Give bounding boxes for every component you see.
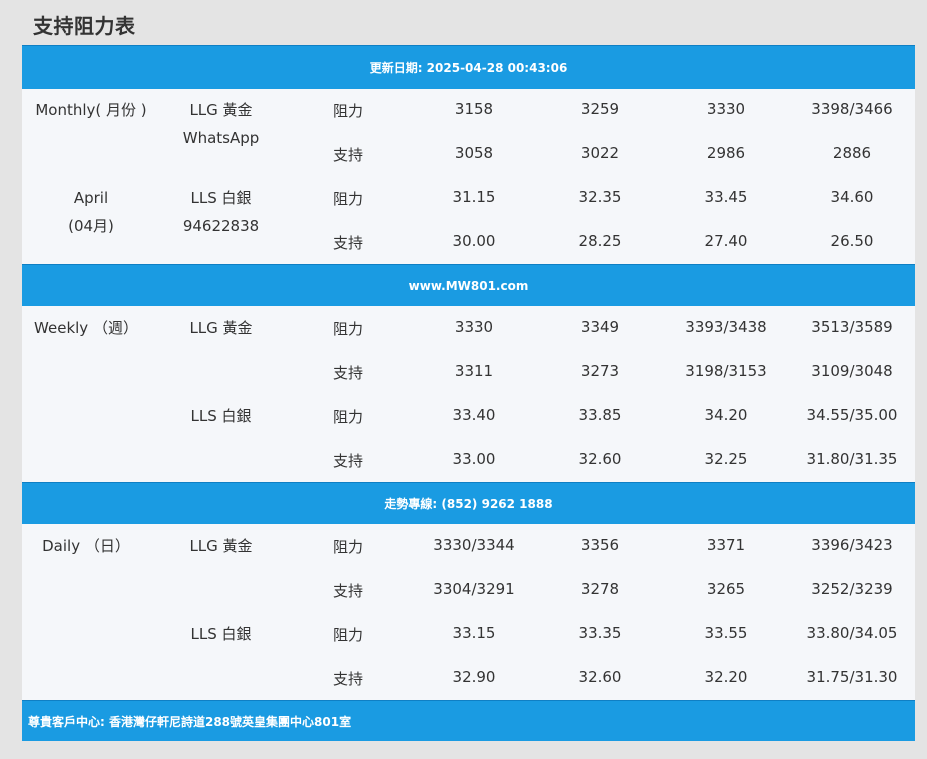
row-type-label: 支持: [332, 582, 364, 600]
level-value: 3109/3048: [811, 362, 893, 380]
level-value: 34.20: [704, 406, 748, 424]
row-type-label: 支持: [332, 364, 364, 382]
level-value: 2886: [832, 144, 872, 162]
whatsapp-number: 94622838: [182, 217, 260, 235]
period-weekly: Weekly （週）: [34, 319, 138, 337]
level-value: 32.35: [578, 188, 622, 206]
level-value: 32.20: [704, 668, 748, 686]
metal-label: LLG 黃金: [189, 537, 253, 555]
level-value: 2986: [706, 144, 746, 162]
level-value: 3311: [454, 362, 494, 380]
level-value: 33.40: [452, 406, 496, 424]
level-value: 3158: [454, 100, 494, 118]
metal-label: LLG 黃金: [189, 101, 253, 119]
level-value: 32.60: [578, 668, 622, 686]
whatsapp-label: WhatsApp: [182, 129, 260, 147]
metal-label: LLS 白銀: [190, 407, 252, 425]
level-value: 3304/3291: [433, 580, 515, 598]
level-value: 33.55: [704, 624, 748, 642]
level-value: 26.50: [830, 232, 874, 250]
level-value: 3278: [580, 580, 620, 598]
level-value: 34.55/35.00: [806, 406, 898, 424]
level-value: 34.60: [830, 188, 874, 206]
level-value: 3398/3466: [811, 100, 893, 118]
level-value: 28.25: [578, 232, 622, 250]
website-bar: www.MW801.com: [22, 264, 915, 306]
level-value: 30.00: [452, 232, 496, 250]
level-value: 3022: [580, 144, 620, 162]
level-value: 31.15: [452, 188, 496, 206]
level-value: 3393/3438: [685, 318, 767, 336]
level-value: 3058: [454, 144, 494, 162]
row-type-label: 支持: [332, 146, 364, 164]
level-value: 3252/3239: [811, 580, 893, 598]
level-value: 33.45: [704, 188, 748, 206]
period-month-number: (04月): [68, 217, 114, 235]
level-value: 33.85: [578, 406, 622, 424]
level-value: 32.90: [452, 668, 496, 686]
row-type-label: 支持: [332, 670, 364, 688]
period-daily: Daily （日）: [42, 537, 130, 555]
level-value: 3513/3589: [811, 318, 893, 336]
hotline-bar: 走勢專線: (852) 9262 1888: [22, 482, 915, 524]
level-value: 3259: [580, 100, 620, 118]
level-value: 3198/3153: [685, 362, 767, 380]
row-type-label: 阻力: [332, 538, 364, 556]
level-value: 3371: [706, 536, 746, 554]
level-value: 3349: [580, 318, 620, 336]
period-monthly: Monthly( 月份 ): [35, 101, 147, 119]
level-value: 3265: [706, 580, 746, 598]
level-value: 3356: [580, 536, 620, 554]
level-value: 27.40: [704, 232, 748, 250]
level-value: 33.35: [578, 624, 622, 642]
update-date-bar: 更新日期: 2025-04-28 00:43:06: [22, 45, 915, 89]
level-value: 3330: [706, 100, 746, 118]
row-type-label: 阻力: [332, 190, 364, 208]
row-type-label: 支持: [332, 234, 364, 252]
metal-label: LLG 黃金: [189, 319, 253, 337]
metal-label: LLS 白銀: [190, 625, 252, 643]
level-value: 33.00: [452, 450, 496, 468]
page-title: 支持阻力表: [33, 14, 136, 38]
level-value: 3396/3423: [811, 536, 893, 554]
level-value: 3330: [454, 318, 494, 336]
level-value: 3330/3344: [433, 536, 515, 554]
row-type-label: 支持: [332, 452, 364, 470]
period-month-name: April: [73, 189, 109, 207]
level-value: 33.80/34.05: [806, 624, 898, 642]
address-bar: 尊貴客戶中心: 香港灣仔軒尼詩道288號英皇集團中心801室: [22, 700, 915, 741]
level-value: 3273: [580, 362, 620, 380]
row-type-label: 阻力: [332, 408, 364, 426]
row-type-label: 阻力: [332, 626, 364, 644]
level-value: 32.25: [704, 450, 748, 468]
level-value: 31.80/31.35: [806, 450, 898, 468]
support-resistance-table: 更新日期: 2025-04-28 00:43:06 Monthly( 月份 ) …: [22, 45, 915, 741]
level-value: 31.75/31.30: [806, 668, 898, 686]
metal-label: LLS 白銀: [190, 189, 252, 207]
level-value: 33.15: [452, 624, 496, 642]
row-type-label: 阻力: [332, 320, 364, 338]
level-value: 32.60: [578, 450, 622, 468]
row-type-label: 阻力: [332, 102, 364, 120]
